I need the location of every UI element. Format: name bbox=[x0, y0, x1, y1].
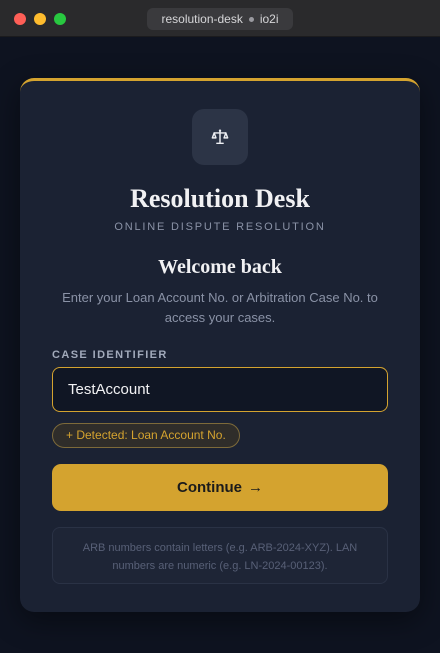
continue-button-label: Continue bbox=[177, 479, 242, 496]
welcome-heading: Welcome back bbox=[158, 256, 282, 278]
maximize-window-button[interactable] bbox=[54, 13, 66, 25]
close-window-button[interactable] bbox=[14, 13, 26, 25]
app-window: resolution-desk io2i Resolution Desk ONL… bbox=[0, 0, 440, 653]
window-tab[interactable]: resolution-desk io2i bbox=[147, 8, 293, 30]
brand-logo bbox=[192, 109, 248, 165]
login-card: Resolution Desk ONLINE DISPUTE RESOLUTIO… bbox=[20, 78, 420, 612]
window-tab-suffix: io2i bbox=[259, 12, 279, 26]
case-identifier-input[interactable] bbox=[52, 367, 388, 412]
detected-type-badge: + Detected: Loan Account No. bbox=[52, 423, 240, 448]
identifier-hint: ARB numbers contain letters (e.g. ARB-20… bbox=[52, 527, 388, 584]
tab-separator-dot bbox=[248, 16, 254, 22]
minimize-window-button[interactable] bbox=[34, 13, 46, 25]
window-titlebar: resolution-desk io2i bbox=[0, 0, 440, 37]
login-instructions: Enter your Loan Account No. or Arbitrati… bbox=[62, 290, 378, 325]
brand-subtitle: ONLINE DISPUTE RESOLUTION bbox=[114, 221, 326, 233]
case-identifier-label: CASE IDENTIFIER bbox=[52, 349, 168, 361]
arrow-right-icon: → bbox=[248, 479, 263, 496]
brand-title: Resolution Desk bbox=[130, 184, 310, 213]
continue-button[interactable]: Continue → bbox=[52, 464, 388, 511]
window-tab-title: resolution-desk bbox=[161, 12, 243, 26]
scales-icon bbox=[211, 129, 229, 145]
